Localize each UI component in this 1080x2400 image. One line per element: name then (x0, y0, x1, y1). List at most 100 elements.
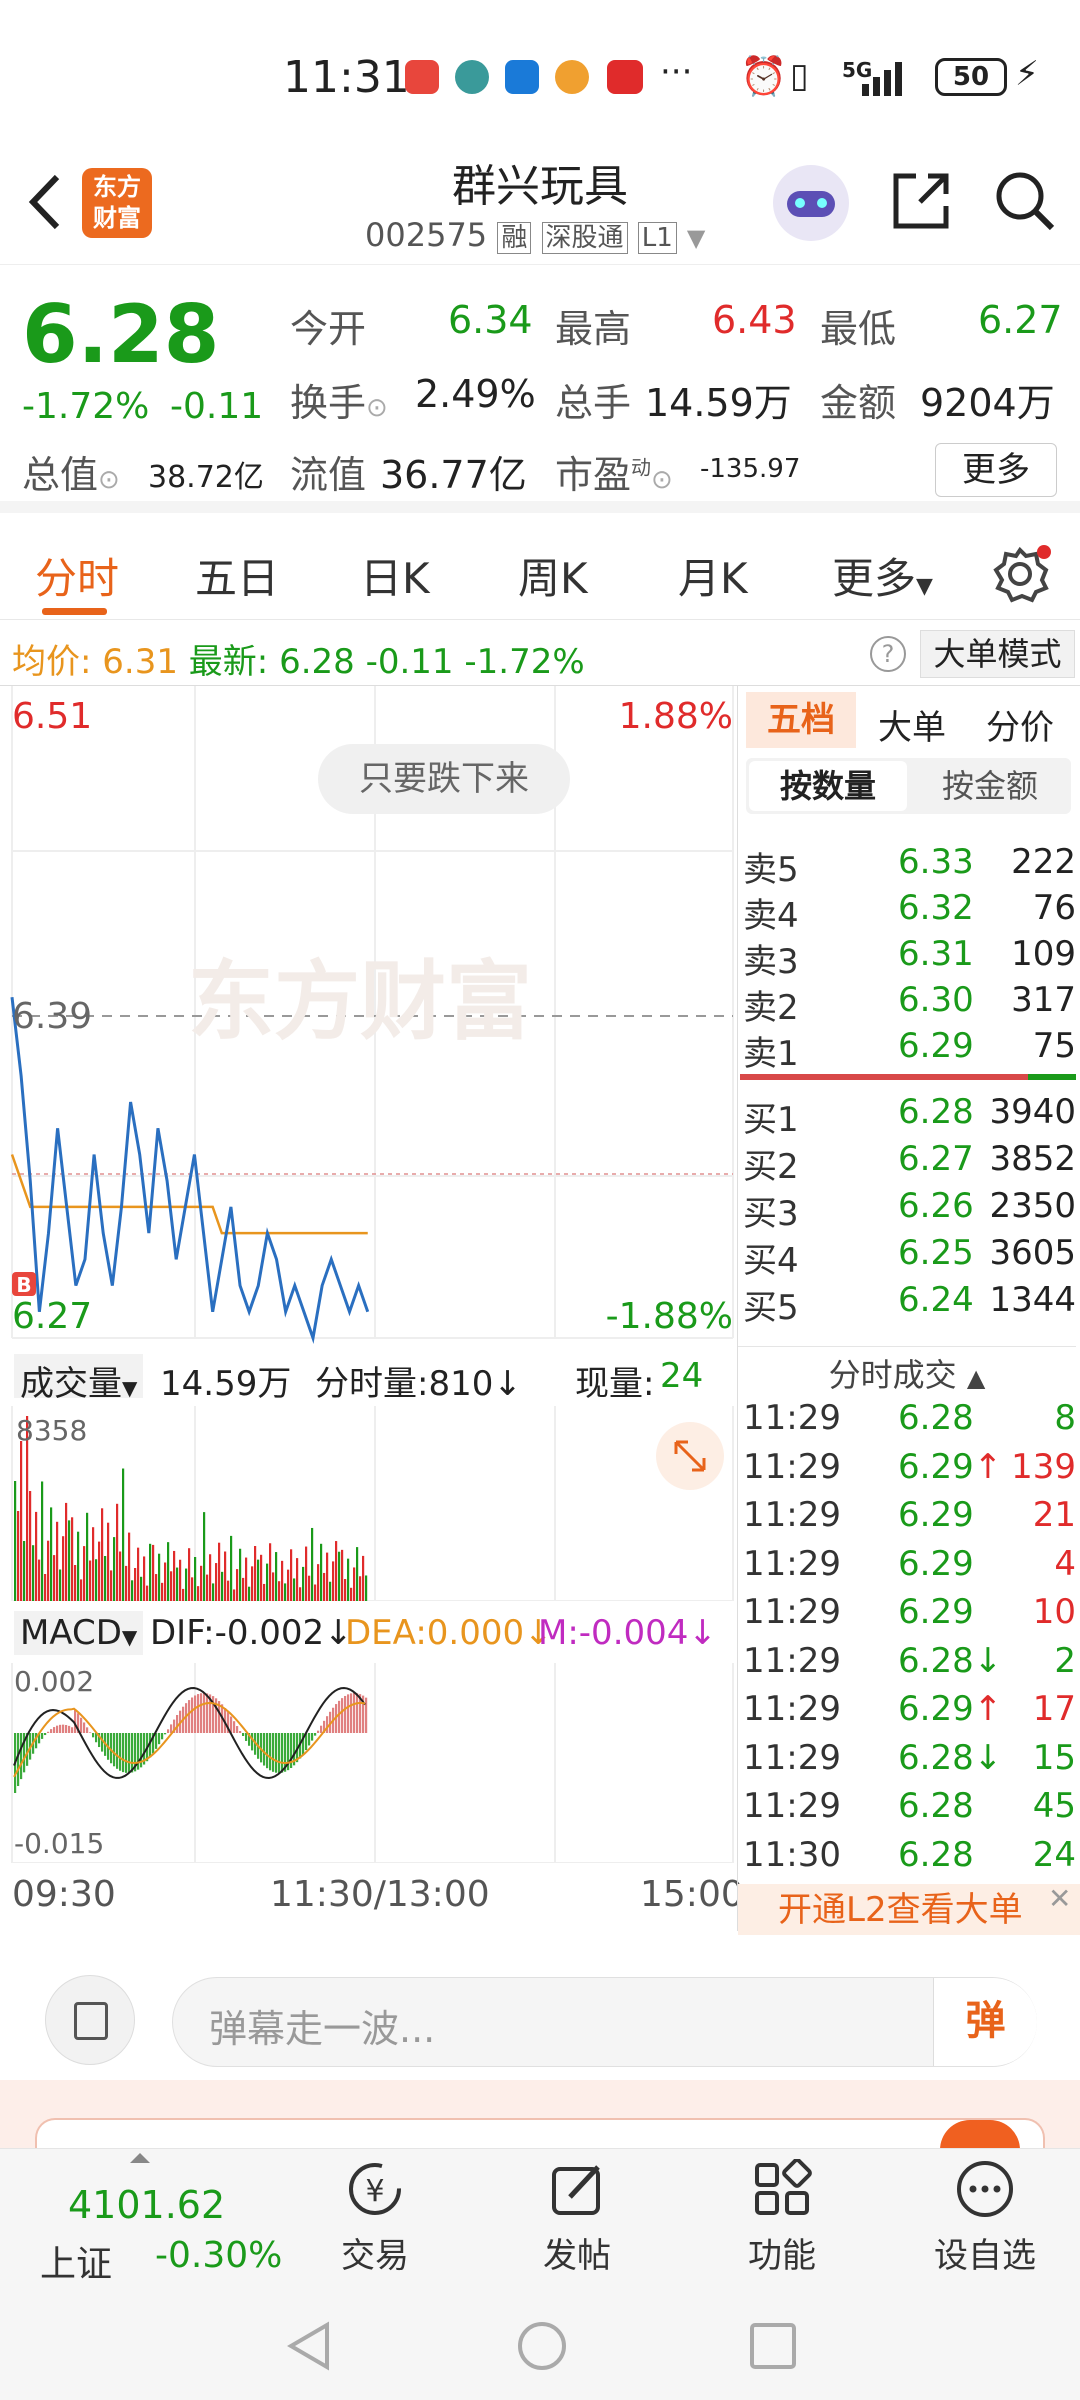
volume-bar (41, 1481, 44, 1601)
volume-bar (245, 1557, 248, 1601)
level-price: 6.24 (898, 1280, 974, 1320)
buy-marker-label: B (16, 1273, 31, 1297)
chevron-down-icon[interactable]: ▼ (687, 224, 705, 252)
volume-bar (263, 1583, 266, 1601)
trade-time: 11:29 (743, 1786, 841, 1826)
volume-chart[interactable]: 8358 (0, 1406, 735, 1601)
sell-level-row[interactable]: 卖2 6.30 317 (738, 980, 1076, 1028)
index-pct[interactable]: -0.30% (155, 2235, 282, 2276)
sell-level-row[interactable]: 卖1 6.29 75 (738, 1026, 1076, 1074)
send-danmaku-button[interactable]: 弹 (933, 1978, 1037, 2066)
help-icon[interactable]: ? (870, 636, 906, 672)
close-icon[interactable]: ✕ (1048, 1882, 1071, 1915)
trade-row: 11:29 6.29↑ 17 (738, 1689, 1076, 1738)
volume-bar (50, 1507, 53, 1601)
share-icon[interactable] (888, 168, 954, 234)
macd-bar (338, 1700, 341, 1733)
amount-label: 金额 (820, 381, 897, 425)
volume-bar (206, 1574, 209, 1601)
system-home-icon[interactable] (515, 2319, 569, 2373)
info-icon[interactable]: ⊙ (651, 465, 673, 495)
macd-bar (62, 1724, 65, 1733)
info-icon[interactable]: ⊙ (98, 465, 120, 495)
index-value[interactable]: 4101.62 (68, 2183, 225, 2227)
sell-level-row[interactable]: 卖3 6.31 109 (738, 934, 1076, 982)
price-info-line: 均价: 6.31 最新: 6.28 -0.11 -1.72% ? 大单模式 (0, 622, 1080, 686)
trades-title[interactable]: 分时成交 ▲ (738, 1350, 1076, 1396)
open-value: 6.34 (448, 298, 533, 342)
buy-level-row[interactable]: 买4 6.25 3605 (738, 1233, 1076, 1281)
pe-superscript: 动 (631, 455, 652, 480)
system-recents-icon[interactable] (748, 2321, 798, 2371)
more-button[interactable]: 更多 (935, 443, 1057, 497)
macd-chart[interactable]: 0.002 -0.015 (0, 1663, 735, 1863)
macd-bar (197, 1694, 200, 1733)
app-notification-icon (505, 60, 539, 94)
buy-level-row[interactable]: 买5 6.24 1344 (738, 1280, 1076, 1328)
nav-trade[interactable]: ¥ 交易 (310, 2159, 440, 2277)
volume-selector[interactable]: 成交量▼ (14, 1354, 144, 1404)
level-label: 卖2 (743, 988, 799, 1028)
tab-5day[interactable]: 五日 (195, 545, 279, 606)
ai-assistant-avatar[interactable] (773, 165, 849, 241)
volume-bar (347, 1558, 350, 1601)
stock-code: 002575 (365, 216, 488, 254)
tab-intraday[interactable]: 分时 (35, 545, 119, 606)
tab-monthly-k[interactable]: 月K (678, 545, 748, 606)
expand-arrow-icon[interactable] (130, 2153, 150, 2165)
settings-gear-icon[interactable] (990, 542, 1052, 604)
current-price: 6.28 (22, 288, 220, 381)
sell-level-row[interactable]: 卖4 6.32 76 (738, 888, 1076, 936)
search-icon[interactable] (992, 168, 1058, 234)
system-back-icon[interactable] (285, 2321, 335, 2371)
l2-upsell-banner[interactable]: 开通L2查看大单 (738, 1884, 1080, 1936)
x-end-label: 15:00 (640, 1874, 744, 1915)
tab-weekly-k[interactable]: 周K (518, 545, 588, 606)
buy-level-row[interactable]: 买2 6.27 3852 (738, 1139, 1076, 1187)
volume-bar (236, 1569, 239, 1601)
back-arrow-icon[interactable] (25, 172, 65, 232)
danmaku-input[interactable]: 弹幕走一波... 弹 (172, 1977, 1037, 2067)
volume-bar (278, 1581, 281, 1601)
nav-post[interactable]: 发帖 (512, 2159, 642, 2277)
volume-bar (146, 1585, 149, 1601)
macd-bar (86, 1727, 89, 1733)
level-volume: 109 (1011, 934, 1076, 974)
tab-daily-k[interactable]: 日K (360, 545, 430, 606)
app-logo[interactable]: 东方 财富 (82, 168, 152, 238)
macd-bar (161, 1733, 164, 1740)
logo-text-2: 财富 (93, 204, 141, 232)
buy-level-row[interactable]: 买1 6.28 3940 (738, 1092, 1076, 1140)
by-amount-button[interactable]: 按金额 (911, 761, 1069, 811)
info-icon[interactable]: ⊙ (366, 393, 388, 423)
tab-five-levels[interactable]: 五档 (746, 692, 856, 748)
index-name[interactable]: 上证 (40, 2235, 112, 2287)
volume-bar (359, 1576, 362, 1601)
volume-bar (80, 1579, 83, 1601)
macd-selector[interactable]: MACD▼ (14, 1611, 144, 1655)
trade-price: 6.28 (898, 1834, 974, 1875)
macd-bar (158, 1733, 161, 1745)
market-cap-value: 38.72亿 (148, 460, 264, 495)
tab-price-distribution[interactable]: 分价 (986, 700, 1054, 749)
m-value: M:-0.004↓ (538, 1613, 717, 1653)
sell-level-row[interactable]: 卖5 6.33 222 (738, 842, 1076, 890)
macd-bar (164, 1733, 167, 1735)
tab-big-orders[interactable]: 大单 (878, 700, 946, 749)
nav-functions[interactable]: 功能 (717, 2158, 847, 2277)
danmaku-settings-icon[interactable] (45, 1975, 135, 2065)
buy-level-row[interactable]: 买3 6.26 2350 (738, 1186, 1076, 1234)
minute-volume: 分时量:810↓ (315, 1364, 522, 1404)
big-order-mode-button[interactable]: 大单模式 (920, 630, 1075, 678)
nav-add-watchlist[interactable]: 设自选 (920, 2159, 1050, 2277)
macd-bar (347, 1694, 350, 1733)
volume-bar (242, 1577, 245, 1601)
app-notification-icon (607, 60, 643, 94)
trade-row: 11:29 6.29 4 (738, 1544, 1076, 1593)
tab-more[interactable]: 更多▼ (832, 545, 933, 606)
margin-tag: 融 (497, 222, 532, 254)
by-quantity-button[interactable]: 按数量 (749, 761, 907, 811)
price-chart[interactable]: 东方财富 只要跌下来 6.51 1.88% 6.39 6.27 -1.88% B (0, 686, 735, 1346)
level-volume: 222 (1011, 842, 1076, 882)
trade-volume: 45 (1032, 1786, 1076, 1826)
